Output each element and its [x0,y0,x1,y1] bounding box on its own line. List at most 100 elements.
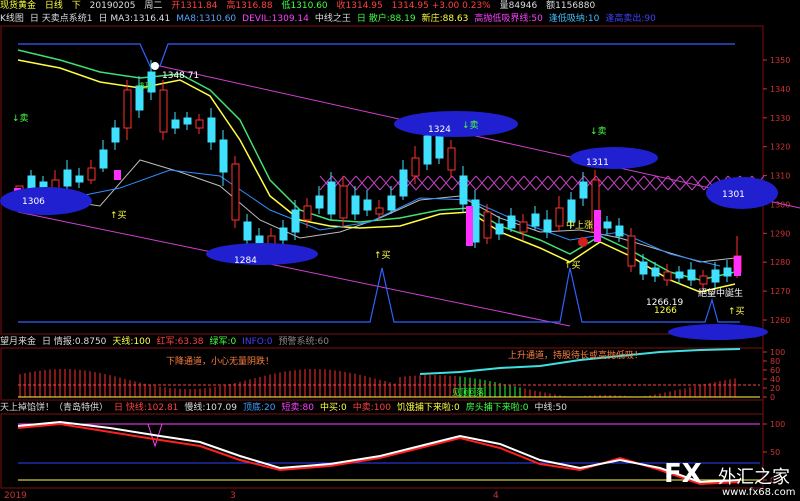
label-low: 1266.19 [646,298,683,308]
ma-yellow-line [17,59,736,293]
legend-item[interactable]: 高抛低吸界线:50 [474,14,543,24]
candle-body [207,117,216,143]
buy-signal-4: ↑买 [728,306,745,317]
legend-item[interactable]: MA8:1310.60 [176,14,236,24]
axis-label: 40 [770,375,780,384]
accent-candle [114,170,121,180]
cross-mark [607,175,621,191]
candle-body [567,199,576,223]
panel2-note-3: 见顶回落 [452,387,484,397]
axis-label: 100 [770,420,785,429]
cross-mark [367,175,381,191]
panel3-pane-border [0,413,764,489]
ellipse-1284 [206,243,318,265]
legend-item[interactable]: 红军:63.38 [157,337,204,347]
candle-body [327,181,336,215]
candle-body [15,185,24,201]
panel2-note-2: 上升通道，持股待长或高抛低吸！ [508,349,643,361]
legend-item[interactable]: 中卖:100 [353,403,391,413]
panel2-pane-border [0,347,764,401]
candle-body [555,207,564,227]
candle-body [591,179,600,233]
candle-body [75,175,84,183]
top-signal-line [18,43,735,67]
price-chart[interactable]: 1350 1340 1330 1320 1310 1300 1290 1280 1270 1260… [0,0,800,501]
legend-item[interactable]: 慢线:107.09 [184,403,237,413]
legend-item[interactable]: 逢高卖出:90 [605,14,656,24]
candle-body [615,225,624,237]
channel-lower-line [17,211,571,327]
label-1301: 1301 [722,190,745,200]
legend-item[interactable]: 天线:100 [112,337,150,347]
high-value: 高1316.88 [226,1,273,11]
legend-item[interactable]: 短卖:80 [281,403,314,413]
panel2-bars [19,369,736,397]
nav-label[interactable]: 下 [72,1,81,11]
cross-mark [403,175,417,191]
ma-green-line [17,49,736,281]
period-label[interactable]: 日线 [45,1,63,11]
candle-body [63,169,72,187]
cross-mark [331,175,345,191]
candle-body [279,227,288,241]
legend-item[interactable]: 天上掉馅饼！（青岛特供） [0,403,108,413]
candle-body [627,235,636,267]
candle-body [399,169,408,197]
legend-item[interactable]: 绿军:0 [209,337,236,347]
candle-body [663,271,672,281]
candle-body [159,89,168,133]
legend-item[interactable]: 日 快线:102.81 [114,403,178,413]
legend-item[interactable]: 日 散户:88.19 [357,14,416,24]
panel3-slow-line [17,420,741,484]
main-y-axis: 1350 1340 1330 1320 1310 1300 1290 1280 1270 1260 [763,56,790,325]
candle-body [39,181,48,195]
ellipse-1306 [0,187,92,215]
axis-label: 0 [770,393,775,402]
legend-item[interactable]: 预警系统:60 [278,337,329,347]
candle-body [183,117,192,125]
legend-item[interactable]: 中买:0 [320,403,347,413]
legend-item[interactable]: 逢低吸纳:10 [549,14,600,24]
date-value: 20190205 [89,1,136,11]
candle-body [51,179,60,189]
legend-item[interactable]: K线图 [0,14,24,24]
candle-body [99,149,108,169]
cross-mark [451,175,465,191]
axis-label: 1310 [770,172,790,181]
channel-upper-line [159,65,800,209]
legend-item[interactable]: 饥饿捕下来啦:0 [397,403,460,413]
cross-mark [535,175,549,191]
legend-item[interactable]: DEVIL:1309.14 [242,14,309,24]
legend-item[interactable]: 日 MA3:1316.41 [99,14,171,24]
buy-signal-2: ↑买 [374,250,391,261]
label-high: 1348.71 [162,71,199,81]
ellipse-1311 [570,147,658,169]
legend-item[interactable]: 房头捕下来啦:0 [466,403,529,413]
candle-body [519,221,528,233]
legend-item[interactable]: 新庄:88.63 [422,14,469,24]
label-1324: 1324 [428,125,451,135]
cross-mark [595,175,609,191]
instrument-name[interactable]: 现货黄金 [0,1,36,11]
axis-label: 80 [770,357,780,366]
legend-item[interactable]: 中线之王 [315,14,351,24]
candle-body [699,275,708,285]
legend-item[interactable]: 中线:50 [534,403,567,413]
cross-mark [415,175,429,191]
legend-item[interactable]: 顶底:20 [243,403,276,413]
cross-mark [751,175,765,191]
candle-body [339,185,348,219]
legend-item[interactable]: 日 天卖点系统1 [30,14,93,24]
right-note: 絕望中誕生 [698,287,743,299]
candle-body [111,127,120,143]
candle-body [651,267,660,277]
candle-body [171,119,180,129]
volume-value: 量84946 [499,1,538,11]
cross-mark [691,175,705,191]
legend-item[interactable]: 日 情报:0.8750 [42,337,106,347]
cross-mark [355,175,369,191]
candle-body [255,235,264,245]
candle-body [639,261,648,275]
legend-item[interactable]: 望月来金 [0,337,36,347]
legend-item[interactable]: INFO:0 [242,337,272,347]
